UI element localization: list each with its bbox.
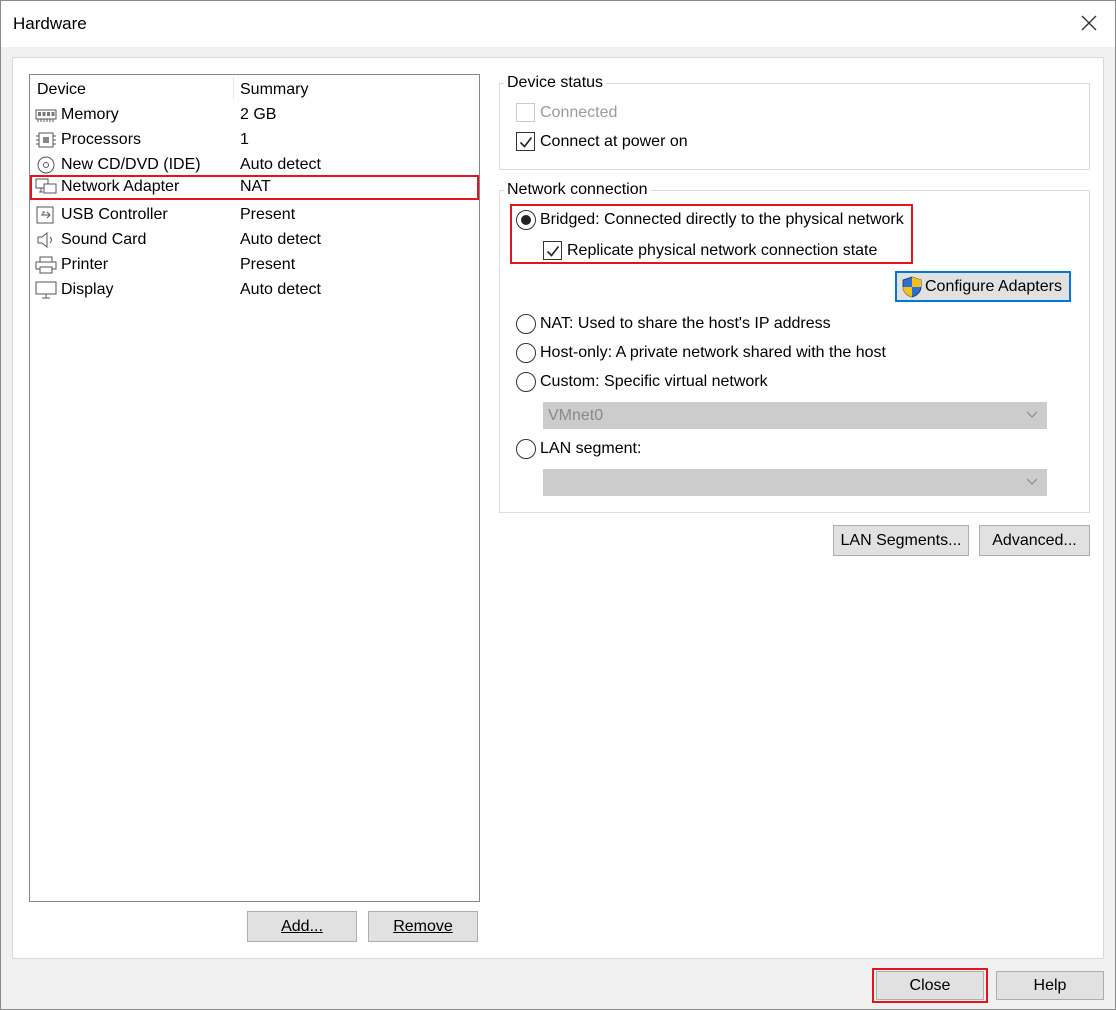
device-summary: NAT [240,178,271,195]
remove-button-label: Remove [393,918,453,935]
column-separator[interactable] [233,77,234,99]
device-row-network-adapter[interactable]: Network Adapter NAT [30,175,479,200]
device-row-memory[interactable]: Memory 2 GB [30,103,479,128]
device-list-header: Device Summary [30,75,479,103]
device-summary: 1 [240,131,249,148]
device-summary: 2 GB [240,106,277,123]
checkmark-icon [519,137,533,148]
speaker-icon [35,231,57,249]
uac-shield-icon [902,276,922,298]
host-only-label: Host-only: A private network shared with… [540,344,886,361]
device-status-label: Device status [504,74,607,92]
device-summary: Auto detect [240,231,321,248]
close-label: Close [909,977,951,994]
close-window-icon[interactable] [1079,13,1099,33]
add-device-button[interactable]: Add... [247,911,357,942]
monitor-icon [35,281,57,299]
device-row-printer[interactable]: Printer Present [30,253,479,278]
lan-segment-select[interactable] [543,469,1047,496]
memory-icon [35,106,57,124]
help-button[interactable]: Help [996,971,1104,1000]
replicate-state-label: Replicate physical network connection st… [567,242,878,259]
hardware-dialog: Hardware Device Summary Memory 2 GB Proc… [0,0,1116,1010]
connect-at-power-on-checkbox[interactable] [516,132,535,151]
advanced-label: Advanced... [992,532,1077,549]
custom-network-value: VMnet0 [548,407,604,424]
configure-adapters-label: Configure Adapters [925,278,1062,295]
device-name: Memory [61,106,119,123]
column-header-device[interactable]: Device [37,81,86,99]
device-name: Printer [61,256,109,273]
device-row-processors[interactable]: Processors 1 [30,128,479,153]
connect-at-power-on-label: Connect at power on [540,133,688,150]
device-name: Display [61,281,114,298]
device-name: Sound Card [61,231,147,248]
processor-icon [35,131,57,149]
lan-segments-label: LAN Segments... [840,532,962,549]
device-summary: Auto detect [240,156,321,173]
device-list[interactable]: Device Summary Memory 2 GB Processors 1 [29,74,480,902]
custom-radio[interactable] [516,372,536,392]
usb-icon [35,206,57,224]
close-button[interactable]: Close [876,971,984,1000]
help-label: Help [1033,977,1067,994]
remove-device-button[interactable]: Remove [368,911,478,942]
printer-icon [35,256,57,274]
column-header-summary[interactable]: Summary [240,81,308,99]
device-summary: Present [240,256,296,273]
device-name: USB Controller [61,206,168,223]
device-summary: Present [240,206,296,223]
chevron-down-icon [1026,478,1038,485]
advanced-button[interactable]: Advanced... [979,525,1090,556]
device-name: Processors [61,131,142,148]
add-button-label: Add... [281,918,323,935]
radio-dot [521,215,531,225]
device-row-display[interactable]: Display Auto detect [30,278,479,303]
custom-label: Custom: Specific virtual network [540,373,768,390]
nat-label: NAT: Used to share the host's IP address [540,315,831,332]
dialog-content: Device Summary Memory 2 GB Processors 1 [12,57,1104,959]
device-name: Network Adapter [61,178,180,195]
device-name: New CD/DVD (IDE) [61,156,201,173]
device-row-sound-card[interactable]: Sound Card Auto detect [30,228,479,253]
chevron-down-icon [1026,411,1038,418]
device-summary: Auto detect [240,281,321,298]
configure-adapters-button[interactable]: Configure Adapters [895,271,1071,302]
device-status-group [499,83,1090,170]
bridged-label: Bridged: Connected directly to the physi… [540,211,904,228]
lan-segment-radio[interactable] [516,439,536,459]
network-adapter-icon [35,178,57,196]
network-connection-label: Network connection [504,181,651,199]
device-row-usb-controller[interactable]: USB Controller Present [30,203,479,228]
checkmark-icon [546,246,560,257]
custom-network-select[interactable]: VMnet0 [543,402,1047,429]
window-title: Hardware [13,14,87,33]
cd-dvd-icon [35,156,57,174]
connected-checkbox[interactable] [516,103,535,122]
lan-segment-label: LAN segment: [540,440,642,457]
replicate-state-checkbox[interactable] [543,241,562,260]
connected-label: Connected [540,104,618,121]
nat-radio[interactable] [516,314,536,334]
bridged-radio[interactable] [516,210,536,230]
lan-segments-button[interactable]: LAN Segments... [833,525,969,556]
host-only-radio[interactable] [516,343,536,363]
title-bar: Hardware [1,1,1115,47]
